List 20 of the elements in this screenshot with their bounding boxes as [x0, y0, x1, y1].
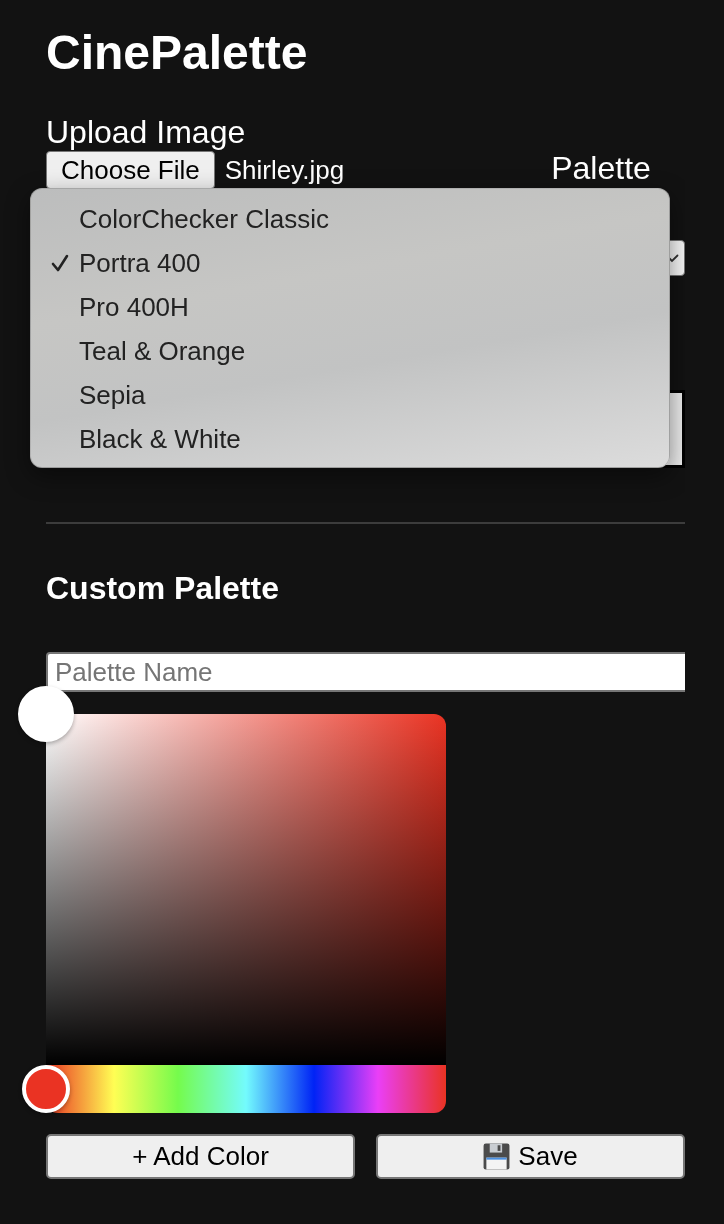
- menu-option[interactable]: Pro 400H: [31, 285, 669, 329]
- hue-slider[interactable]: [22, 1065, 446, 1113]
- save-button[interactable]: Save: [376, 1134, 685, 1179]
- app-title: CinePalette: [46, 25, 309, 81]
- palette-label: Palette: [551, 150, 651, 186]
- choose-file-button[interactable]: Choose File: [46, 151, 215, 189]
- hue-slider-handle[interactable]: [22, 1065, 70, 1113]
- section-title: Custom Palette: [46, 570, 280, 606]
- palette-name-input[interactable]: Palette Name: [46, 652, 685, 692]
- check-icon: [51, 254, 69, 272]
- menu-option[interactable]: ColorChecker Classic: [31, 197, 669, 241]
- saturation-area[interactable]: [18, 686, 446, 1065]
- menu-option[interactable]: Sepia: [31, 373, 669, 417]
- color-picker-handle[interactable]: [18, 686, 74, 742]
- menu-option[interactable]: Portra 400: [31, 241, 669, 285]
- menu-option[interactable]: Black & White: [31, 417, 669, 461]
- menu-option[interactable]: Teal & Orange: [31, 329, 669, 373]
- add-color-button[interactable]: + Add Color: [46, 1134, 355, 1179]
- file-name: Shirley.jpg: [224, 155, 345, 185]
- upload-label: Upload Image: [46, 114, 246, 150]
